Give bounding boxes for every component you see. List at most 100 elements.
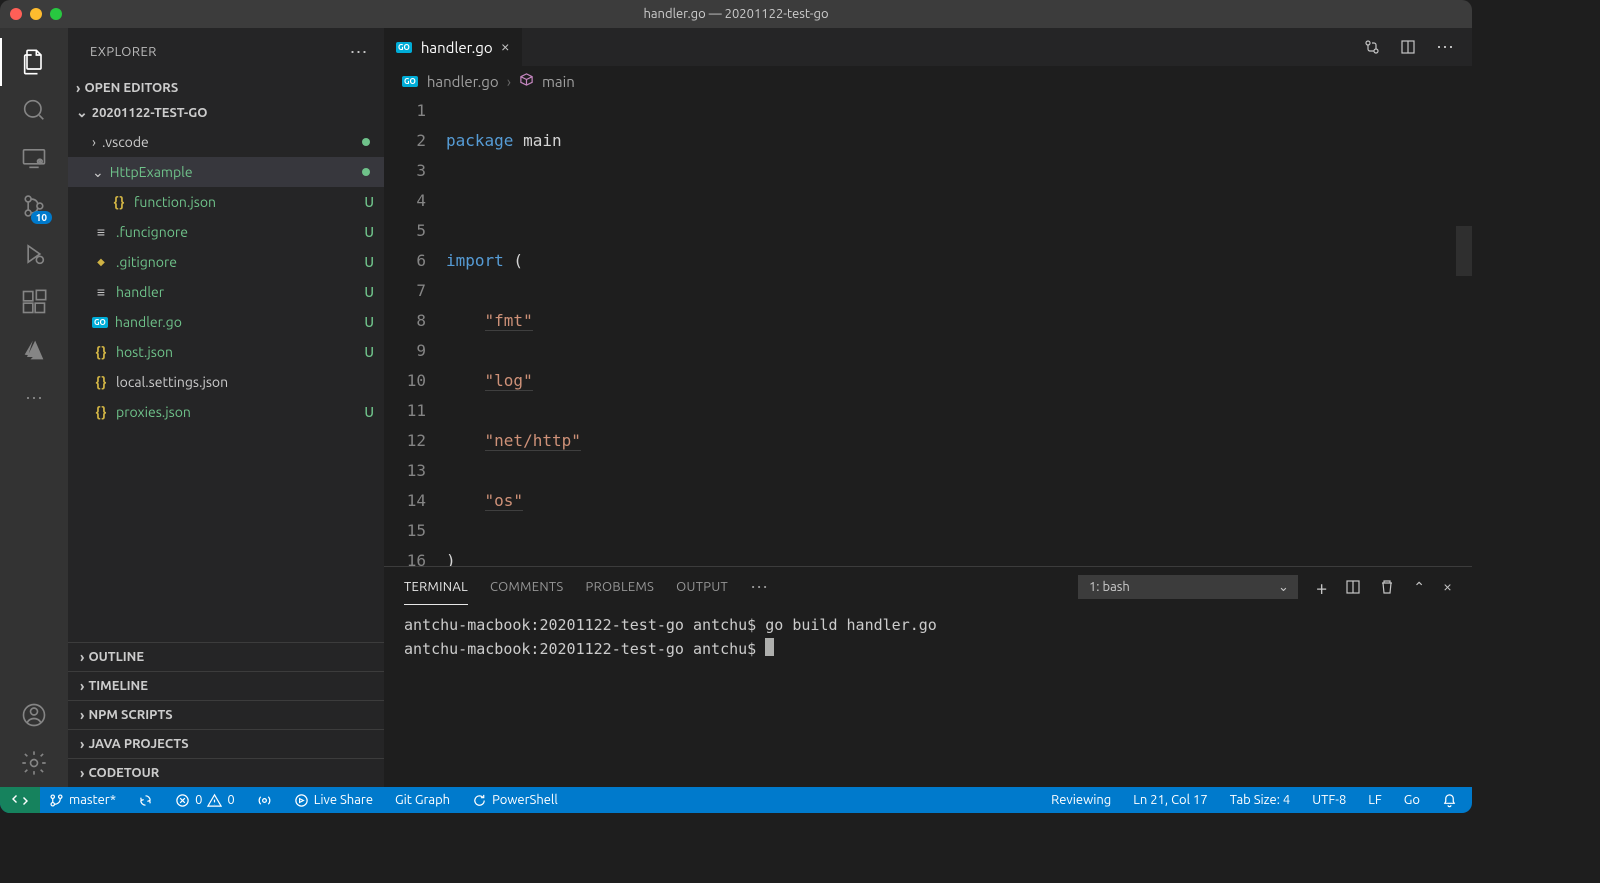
status-eol[interactable]: LF [1363,787,1386,813]
split-editor-icon[interactable] [1400,39,1416,55]
status-reviewing[interactable]: Reviewing [1046,787,1116,813]
folder-label: HttpExample [110,164,193,180]
file-tree: › .vscode ⌄ HttpExample {} function.json… [68,125,384,642]
ellipsis-icon: ⋯ [25,388,43,409]
language-label: Go [1404,793,1420,807]
folder-vscode[interactable]: › .vscode [68,127,384,157]
file-host-json[interactable]: {} host.json U [68,337,384,367]
codetour-label: CODETOUR [88,766,159,780]
terminal-selector[interactable]: 1: bash [1078,575,1298,599]
file-function-json[interactable]: {} function.json U [68,187,384,217]
status-cursor-position[interactable]: Ln 21, Col 17 [1128,787,1212,813]
close-panel-icon[interactable]: × [1443,578,1452,596]
file-local-settings[interactable]: {} local.settings.json [68,367,384,397]
activity-azure[interactable] [10,326,58,374]
branch-label: master* [69,793,116,807]
terminal-cursor [765,638,774,656]
timeline-section[interactable]: ›TIMELINE [68,671,384,700]
titlebar: handler.go — 20201122-test-go [0,0,1472,28]
line-gutter: 12345678910111213141516 [384,96,446,566]
sidebar-title: EXPLORER [90,45,157,59]
maximize-panel-icon[interactable]: ⌃ [1413,579,1425,596]
file-label: handler [116,284,164,300]
text-file-icon: ≡ [92,284,110,300]
activity-search[interactable] [10,86,58,134]
codetour-section[interactable]: ›CODETOUR [68,758,384,787]
sidebar-header: EXPLORER ⋯ [68,28,384,76]
new-terminal-icon[interactable]: + [1316,576,1327,599]
split-terminal-icon[interactable] [1345,579,1361,595]
open-editors-section[interactable]: › OPEN EDITORS [68,76,384,100]
activity-more[interactable]: ⋯ [10,374,58,422]
status-language[interactable]: Go [1399,787,1425,813]
git-status-u: U [364,284,374,300]
azure-icon [20,336,48,364]
activity-accounts[interactable] [10,691,58,739]
kill-terminal-icon[interactable] [1379,579,1395,595]
compare-changes-icon[interactable] [1364,39,1380,55]
activity-remote-explorer[interactable] [10,134,58,182]
minimize-window-button[interactable] [30,8,42,20]
project-section[interactable]: ⌄ 20201122-TEST-GO [68,100,384,125]
panel-tab-problems[interactable]: PROBLEMS [586,570,655,604]
outline-section[interactable]: ›OUTLINE [68,642,384,671]
git-graph-label: Git Graph [395,793,450,807]
terminal-body[interactable]: antchu-macbook:20201122-test-go antchu$ … [384,607,1472,787]
status-problems[interactable]: 0 0 [170,787,240,813]
status-port-forward[interactable] [252,787,277,813]
panel-tab-terminal[interactable]: TERMINAL [404,570,468,605]
activity-run-debug[interactable] [10,230,58,278]
remote-button[interactable] [0,787,40,813]
file-label: .gitignore [116,254,177,270]
status-sync[interactable] [133,787,158,813]
scm-badge: 10 [31,211,52,224]
folder-label: .vscode [102,134,149,150]
panel-actions: 1: bash + ⌃ × [1078,575,1452,599]
activity-settings[interactable] [10,739,58,787]
error-icon [175,793,190,808]
java-projects-section[interactable]: ›JAVA PROJECTS [68,729,384,758]
file-funcignore[interactable]: ≡ .funcignore U [68,217,384,247]
folder-httpexample[interactable]: ⌄ HttpExample [68,157,384,187]
code-editor[interactable]: 12345678910111213141516 package main imp… [384,96,1472,566]
file-handler[interactable]: ≡ handler U [68,277,384,307]
activity-explorer[interactable] [10,38,58,86]
file-gitignore[interactable]: ◆ .gitignore U [68,247,384,277]
minimap-slider[interactable] [1456,226,1472,276]
file-handler-go[interactable]: GO handler.go U [68,307,384,337]
tab-handler-go[interactable]: GO handler.go × [384,28,523,66]
sidebar: EXPLORER ⋯ › OPEN EDITORS ⌄ 20201122-TES… [68,28,384,787]
close-window-button[interactable] [10,8,22,20]
window-root: handler.go — 20201122-test-go 10 [0,0,1472,813]
eol-label: LF [1368,793,1381,807]
panel-tab-comments[interactable]: COMMENTS [490,570,564,604]
activity-bar: 10 ⋯ [0,28,68,787]
git-status-u: U [364,254,374,270]
npm-scripts-section[interactable]: ›NPM SCRIPTS [68,700,384,729]
breadcrumb[interactable]: GO handler.go › main [384,66,1472,96]
project-label: 20201122-TEST-GO [92,106,208,120]
panel-tab-output[interactable]: OUTPUT [676,570,728,604]
status-live-share[interactable]: Live Share [289,787,378,813]
sync-icon [138,793,153,808]
panel: TERMINAL COMMENTS PROBLEMS OUTPUT ⋯ 1: b… [384,566,1472,787]
npm-label: NPM SCRIPTS [88,708,172,722]
status-git-graph[interactable]: Git Graph [390,787,455,813]
panel-more-icon[interactable]: ⋯ [750,567,768,608]
status-powershell[interactable]: PowerShell [467,787,563,813]
file-label: .funcignore [116,224,188,240]
status-branch[interactable]: master* [44,787,121,813]
close-tab-icon[interactable]: × [501,38,510,56]
status-encoding[interactable]: UTF-8 [1307,787,1351,813]
breadcrumb-file: handler.go [427,73,499,90]
sidebar-more-icon[interactable]: ⋯ [350,42,369,63]
activity-extensions[interactable] [10,278,58,326]
status-notifications[interactable] [1437,787,1462,813]
file-proxies-json[interactable]: {} proxies.json U [68,397,384,427]
maximize-window-button[interactable] [50,8,62,20]
editor-more-icon[interactable]: ⋯ [1436,37,1454,58]
search-icon [20,96,48,124]
activity-scm[interactable]: 10 [10,182,58,230]
text-file-icon: ≡ [92,224,110,240]
status-tab-size[interactable]: Tab Size: 4 [1225,787,1296,813]
